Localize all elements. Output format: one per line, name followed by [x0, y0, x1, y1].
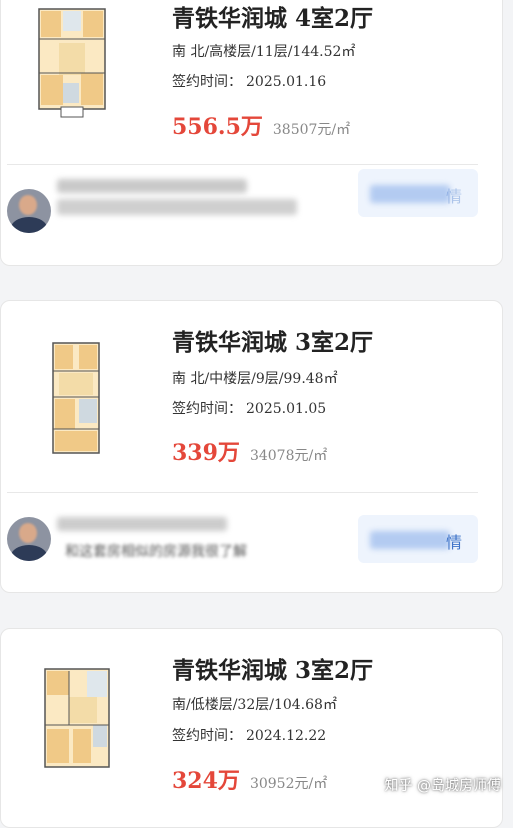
listing-title[interactable]: 青铁华润城 4室2厅 [172, 0, 373, 33]
listing-card-3[interactable]: 青铁华润城 3室2厅 南/低楼层/32层/104.68㎡ 签约时间： 2024.1… [0, 628, 503, 828]
listing-meta: 南 北/高楼层/11层/144.52㎡ [172, 44, 356, 60]
sign-date-row: 签约时间： 2025.01.05 [172, 398, 326, 418]
agent-avatar[interactable] [7, 189, 51, 233]
price-row: 556.5万 38507元/㎡ [172, 109, 350, 141]
total-price: 339万 [172, 440, 240, 466]
divider [7, 164, 478, 165]
listing-title[interactable]: 青铁华润城 3室2厅 [172, 651, 373, 685]
unit-price: 30952元/㎡ [249, 776, 328, 792]
watermark: 知乎 @岛城房师傅 [384, 778, 501, 794]
floor-plan-image [33, 3, 111, 121]
total-price: 324万 [172, 768, 240, 794]
sign-date-row: 签约时间： 2024.12.22 [172, 725, 326, 745]
view-detail-label: 情 [445, 533, 462, 552]
sign-label: 签约时间： [172, 401, 242, 417]
price-row: 324万 30952元/㎡ [172, 763, 327, 795]
view-detail-label: 情 [445, 187, 462, 206]
sign-label: 签约时间： [172, 74, 242, 90]
agent-row[interactable]: 和这套房相似的房源我很了解 情 [1, 513, 502, 569]
divider [7, 492, 478, 493]
agent-message-redacted [57, 199, 297, 215]
listing-card-1[interactable]: 青铁华润城 4室2厅 南 北/高楼层/11层/144.52㎡ 签约时间： 2025… [0, 0, 503, 266]
listing-title[interactable]: 青铁华润城 3室2厅 [172, 323, 373, 357]
agent-row[interactable]: 情 [1, 169, 502, 241]
sign-date: 2024.12.22 [246, 728, 327, 744]
sign-label: 签约时间： [172, 728, 242, 744]
listing-card-2[interactable]: 青铁华润城 3室2厅 南 北/中楼层/9层/99.48㎡ 签约时间： 2025.0… [0, 300, 503, 593]
unit-price: 38507元/㎡ [272, 122, 351, 138]
view-detail-button[interactable]: 情 [358, 515, 478, 563]
view-detail-button[interactable]: 情 [358, 169, 478, 217]
floor-plan-image [45, 337, 105, 465]
floor-plan-image [39, 659, 115, 777]
agent-avatar[interactable] [7, 517, 51, 561]
listing-meta: 南/低楼层/32层/104.68㎡ [172, 697, 337, 713]
sign-date: 2025.01.16 [246, 74, 327, 90]
sign-date-row: 签约时间： 2025.01.16 [172, 71, 326, 91]
agent-name-redacted [57, 517, 227, 531]
sign-date: 2025.01.05 [246, 401, 327, 417]
agent-name-redacted [57, 179, 247, 193]
price-row: 339万 34078元/㎡ [172, 435, 327, 467]
unit-price: 34078元/㎡ [249, 448, 328, 464]
listing-meta: 南 北/中楼层/9层/99.48㎡ [172, 371, 338, 387]
total-price: 556.5万 [172, 114, 263, 140]
agent-message: 和这套房相似的房源我很了解 [65, 544, 247, 560]
